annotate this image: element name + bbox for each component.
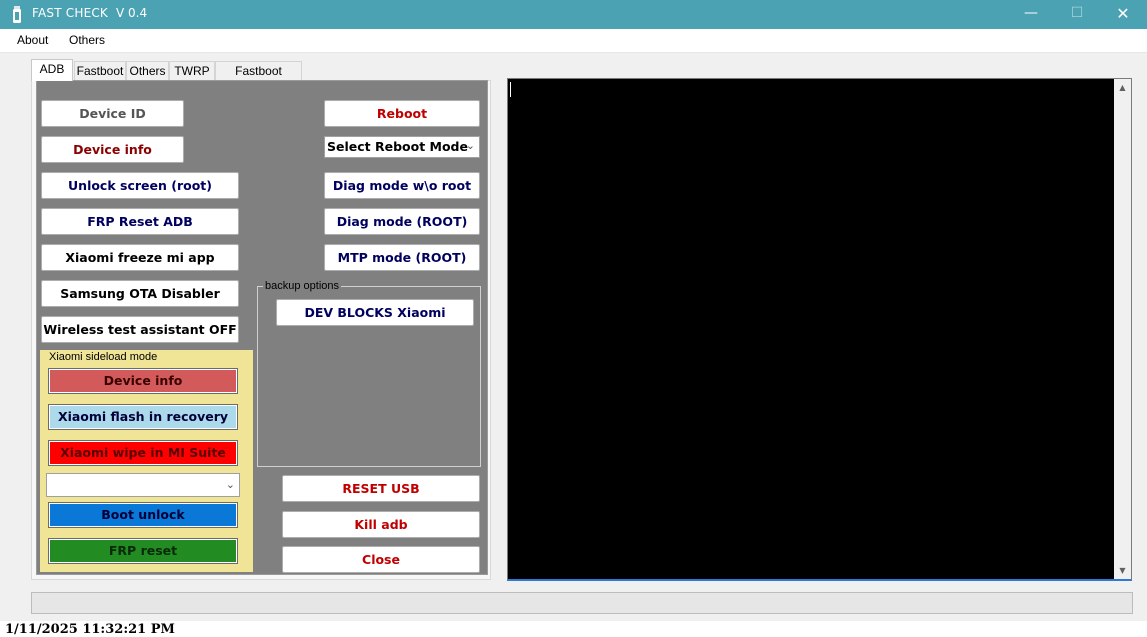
samsung-ota-button[interactable]: Samsung OTA Disabler	[41, 280, 239, 307]
maximize-button[interactable]: ☐	[1054, 0, 1100, 29]
tab-fastboot[interactable]: Fastboot	[74, 61, 126, 80]
tab-adb[interactable]: ADB	[31, 59, 73, 81]
menu-bar: About Others	[0, 29, 1147, 53]
tab-others[interactable]: Others	[126, 61, 169, 80]
progress-bar	[31, 592, 1133, 614]
menu-about[interactable]: About	[17, 33, 48, 47]
boot-unlock-button[interactable]: Boot unlock	[48, 502, 238, 528]
device-info-button[interactable]: Device info	[41, 136, 184, 163]
close-window-button[interactable]: ✕	[1100, 0, 1146, 29]
console-scrollbar[interactable]: ▲ ▼	[1114, 79, 1131, 579]
reboot-mode-select[interactable]: Select Reboot Mode ⌄	[324, 136, 480, 158]
menu-others[interactable]: Others	[69, 33, 105, 47]
wireless-test-button[interactable]: Wireless test assistant OFF	[41, 316, 239, 343]
chevron-down-icon: ⌄	[465, 139, 475, 152]
close-button[interactable]: Close	[282, 546, 480, 573]
reset-usb-button[interactable]: RESET USB	[282, 475, 480, 502]
status-bar: 1/11/2025 11:32:21 PM	[0, 621, 1147, 637]
console-output[interactable]: ▲ ▼	[507, 78, 1132, 581]
diag-no-root-button[interactable]: Diag mode w\o root	[324, 172, 480, 199]
minimize-button[interactable]: —	[1008, 0, 1054, 29]
scroll-up-icon[interactable]: ▲	[1114, 83, 1131, 92]
dev-blocks-xiaomi-button[interactable]: DEV BLOCKS Xiaomi	[276, 299, 474, 326]
frp-reset-adb-button[interactable]: FRP Reset ADB	[41, 208, 239, 235]
diag-root-button[interactable]: Diag mode (ROOT)	[324, 208, 480, 235]
window-title: FAST CHECK	[32, 6, 109, 20]
scroll-down-icon[interactable]: ▼	[1114, 566, 1131, 575]
backup-options-label: backup options	[263, 280, 341, 292]
frp-reset-button[interactable]: FRP reset	[48, 538, 238, 564]
kill-adb-button[interactable]: Kill adb	[282, 511, 480, 538]
xiaomi-flash-recovery-button[interactable]: Xiaomi flash in recovery	[48, 404, 238, 430]
app-icon	[13, 6, 21, 23]
text-cursor	[510, 82, 511, 97]
tab-fastboot-flasher[interactable]: Fastboot Flasher	[215, 61, 302, 92]
reboot-mode-value: Select Reboot Mode	[327, 139, 468, 154]
sideload-device-info-button[interactable]: Device info	[48, 368, 238, 394]
chevron-down-icon: ⌄	[225, 478, 235, 491]
mtp-root-button[interactable]: MTP mode (ROOT)	[324, 244, 480, 271]
window-version: V 0.4	[116, 6, 148, 20]
reboot-button[interactable]: Reboot	[324, 100, 480, 127]
sideload-select[interactable]: ⌄	[46, 473, 240, 497]
xiaomi-sideload-group: Xiaomi sideload mode Device info Xiaomi …	[40, 350, 253, 572]
xiaomi-wipe-mi-suite-button[interactable]: Xiaomi wipe in MI Suite	[48, 440, 238, 466]
xiaomi-freeze-button[interactable]: Xiaomi freeze mi app	[41, 244, 239, 271]
device-id-button[interactable]: Device ID	[41, 100, 184, 127]
unlock-screen-button[interactable]: Unlock screen (root)	[41, 172, 239, 199]
tab-twrp[interactable]: TWRP	[169, 61, 215, 80]
xiaomi-sideload-label: Xiaomi sideload mode	[49, 351, 158, 363]
title-bar: FAST CHECK V 0.4 — ☐ ✕	[0, 0, 1147, 29]
status-datetime: 1/11/2025 11:32:21 PM	[5, 622, 175, 637]
